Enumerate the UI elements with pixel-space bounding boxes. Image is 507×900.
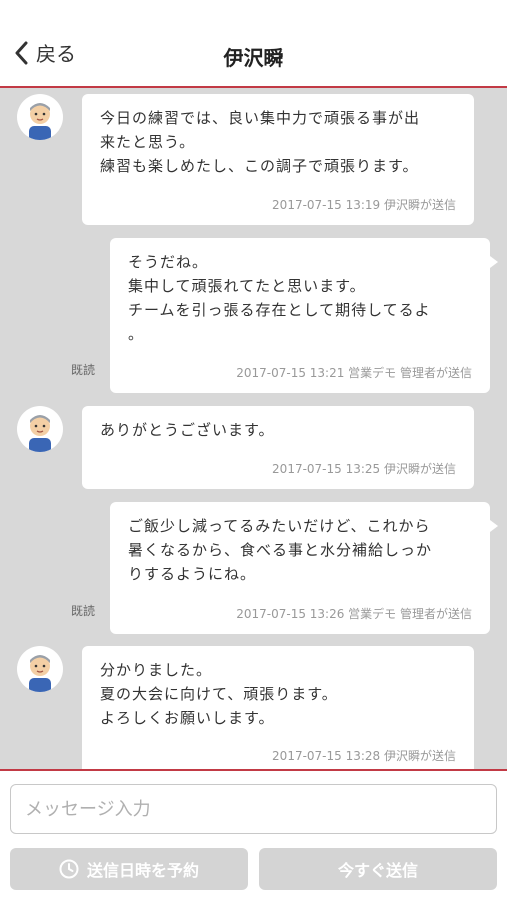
schedule-send-button[interactable]: 送信日時を予約	[10, 848, 248, 890]
message-bubble: 分かりました。 夏の大会に向けて、頑張ります。 よろしくお願いします。 2017…	[82, 646, 474, 769]
message-meta: 2017-07-15 13:25 伊沢瞬が送信	[272, 462, 456, 476]
user-avatar-icon	[17, 646, 63, 692]
user-avatar-icon	[17, 94, 63, 140]
schedule-send-label: 送信日時を予約	[86, 861, 199, 880]
send-now-button[interactable]: 今すぐ送信	[259, 848, 497, 890]
message-bubble: ありがとうございます。 2017-07-15 13:25 伊沢瞬が送信	[82, 406, 474, 489]
message-text: ご飯少し減ってるみたいだけど、これから 暑くなるから、食べる事と水分補給しっか …	[128, 517, 433, 583]
message-list[interactable]: 今日の練習では、良い集中力で頑張る事が出 来たと思う。 練習も楽しめたし、この調…	[0, 88, 507, 771]
message-bubble: そうだね。 集中して頑張れてたと思います。 チームを引っ張る存在として期待してる…	[110, 238, 498, 393]
message-input[interactable]	[11, 785, 496, 833]
message-text: 分かりました。 夏の大会に向けて、頑張ります。 よろしくお願いします。	[100, 661, 338, 727]
message-bubble: 今日の練習では、良い集中力で頑張る事が出 来たと思う。 練習も楽しめたし、この調…	[82, 94, 474, 225]
page-title: 伊沢瞬	[223, 46, 284, 70]
message-text: ありがとうございます。	[100, 421, 275, 439]
header: 戻る 伊沢瞬	[0, 0, 507, 88]
clock-icon	[59, 859, 79, 879]
message-meta: 2017-07-15 13:21 営業デモ 管理者が送信	[236, 366, 472, 380]
message-text: そうだね。 集中して頑張れてたと思います。 チームを引っ張る存在として期待してる…	[128, 253, 431, 343]
message-input-box[interactable]	[10, 784, 497, 834]
message-bubble: ご飯少し減ってるみたいだけど、これから 暑くなるから、食べる事と水分補給しっか …	[110, 502, 498, 634]
message-meta: 2017-07-15 13:28 伊沢瞬が送信	[272, 749, 456, 763]
read-receipt: 既読	[71, 363, 96, 377]
message-text: 今日の練習では、良い集中力で頑張る事が出 来たと思う。 練習も楽しめたし、この調…	[100, 109, 421, 175]
message-meta: 2017-07-15 13:26 営業デモ 管理者が送信	[236, 607, 472, 621]
message-meta: 2017-07-15 13:19 伊沢瞬が送信	[272, 198, 456, 212]
read-receipt: 既読	[71, 604, 96, 618]
send-now-label: 今すぐ送信	[337, 861, 418, 880]
user-avatar-icon	[17, 406, 63, 452]
